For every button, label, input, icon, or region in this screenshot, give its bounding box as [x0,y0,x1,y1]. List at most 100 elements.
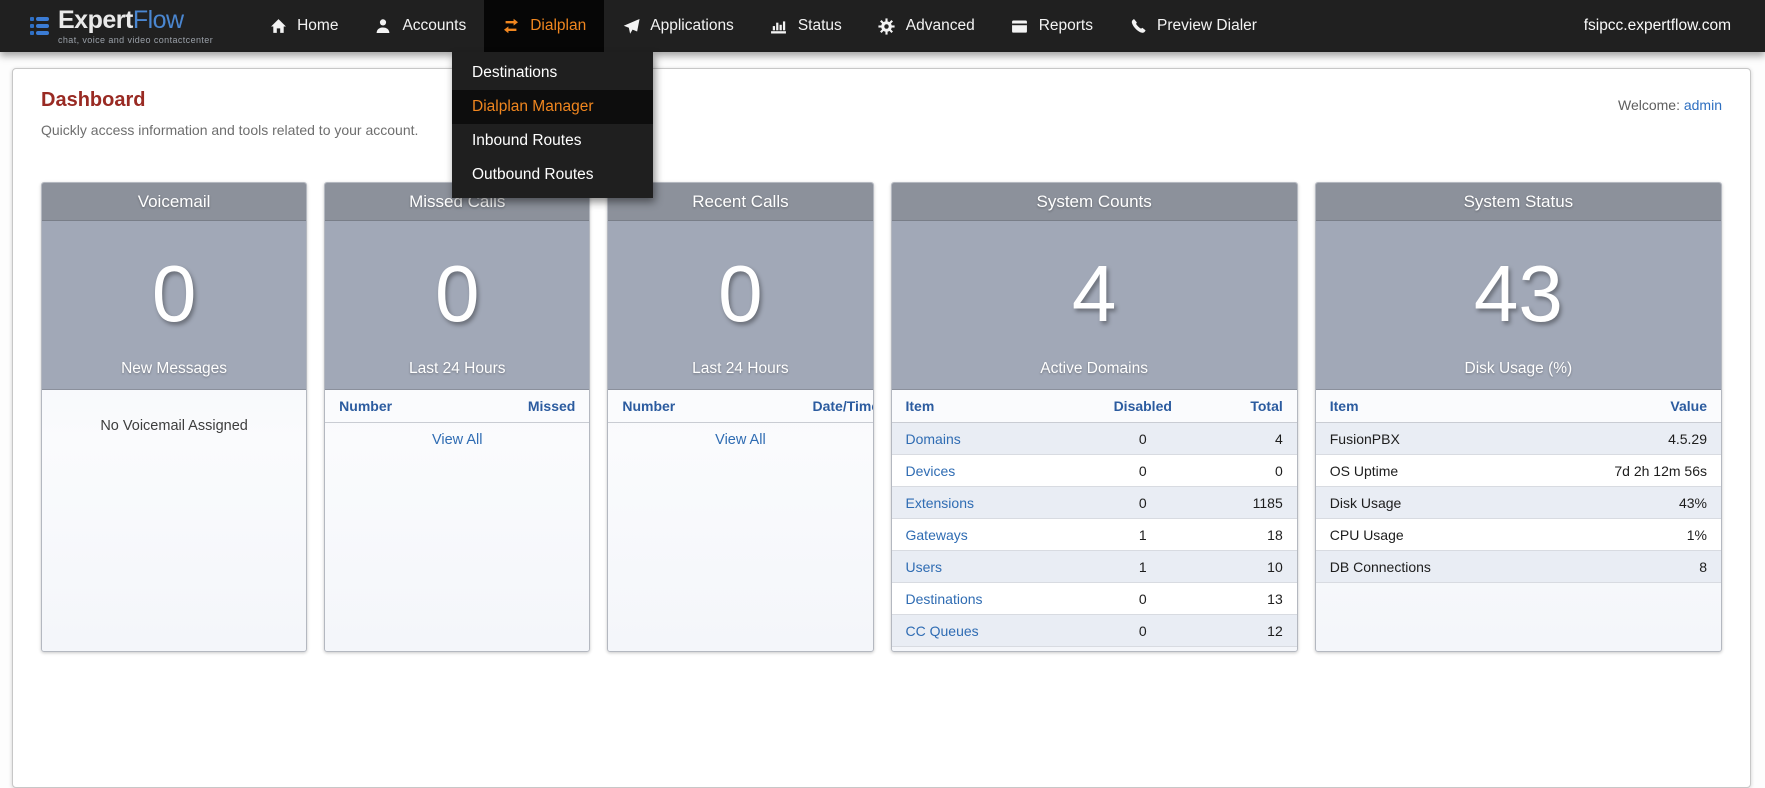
disabled-value: 0 [1086,614,1200,647]
recent-calls-table-header: Number Date/Time [608,390,874,423]
stat-label: Last 24 Hours [692,360,789,377]
disabled-value: 0 [1086,582,1200,615]
column-header-item: Item [891,390,1087,423]
table-row: CC Queues 0 12 [891,614,1297,647]
menu-item-outbound-routes[interactable]: Outbound Routes [452,158,653,192]
total-value: 18 [1199,518,1297,551]
welcome-text: Welcome: admin [1618,89,1722,113]
item-link-cc-queues[interactable]: CC Queues [906,623,979,639]
disabled-value: 0 [1086,422,1200,455]
item-link-devices[interactable]: Devices [906,463,956,479]
home-icon [269,17,287,35]
nav-item-accounts[interactable]: Accounts [356,0,484,52]
status-item: DB Connections [1315,550,1539,583]
dashboard-panel: Dashboard Welcome: admin Quickly access … [12,68,1751,788]
stat-label: New Messages [121,360,228,377]
nav-item-label: Applications [650,17,734,34]
nav-item-label: Reports [1038,17,1093,34]
nav-item-dialplan[interactable]: Dialplan [484,0,605,52]
item-link-gateways[interactable]: Gateways [906,527,968,543]
welcome-user-link[interactable]: admin [1684,97,1722,113]
item-link-users[interactable]: Users [906,559,943,575]
column-header-disabled: Disabled [1086,390,1200,423]
total-value: 1185 [1199,486,1297,519]
table-header-row: Item Value [1315,390,1721,423]
table-row: FusionPBX 4.5.29 [1315,422,1721,455]
card-title: Voicemail [42,183,307,221]
missed-calls-card: Missed Calls 0 Last 24 Hours Number Miss… [324,182,591,652]
disabled-value: 0 [1086,454,1200,487]
missed-calls-view-all-link[interactable]: View All [325,423,589,457]
column-header-number: Number [622,398,676,414]
menu-item-inbound-routes[interactable]: Inbound Routes [452,124,653,158]
column-header-total: Total [1199,390,1297,423]
page-title: Dashboard [41,89,146,111]
column-header-item: Item [1315,390,1539,423]
menu-item-destinations[interactable]: Destinations [452,56,653,90]
bar-chart-icon [770,17,788,35]
page-subtitle: Quickly access information and tools rel… [41,122,419,138]
status-item: CPU Usage [1315,518,1539,551]
recent-calls-card: Recent Calls 0 Last 24 Hours Number Date… [607,182,874,652]
nav-item-reports[interactable]: Reports [993,0,1111,52]
disk-usage-percent: 43 [1473,249,1563,338]
status-item: OS Uptime [1315,454,1539,487]
brand-logo-icon [30,17,49,35]
recent-calls-view-all-link[interactable]: View All [608,423,872,457]
gear-icon [878,17,896,35]
status-value: 43% [1538,486,1721,519]
system-counts-card: System Counts 4 Active Domains Item Disa… [890,182,1298,652]
table-row: Extensions 0 1185 [891,486,1297,519]
stat-label: Active Domains [1040,360,1148,377]
voicemail-count: 0 [151,249,197,338]
main-nav: Home Accounts Dialplan Applications Stat… [251,0,1275,52]
disabled-value: 1 [1086,550,1200,583]
status-value: 7d 2h 12m 56s [1538,454,1721,487]
brand-logo[interactable]: ExpertFlow chat, voice and video contact… [0,0,251,52]
dialplan-dropdown-menu: Destinations Dialplan Manager Inbound Ro… [452,52,653,198]
nav-item-label: Dialplan [530,17,587,34]
menu-item-dialplan-manager[interactable]: Dialplan Manager [452,90,653,124]
column-header-datetime: Date/Time [812,398,874,414]
total-value: 4 [1199,422,1297,455]
stat-label: Last 24 Hours [408,360,506,377]
table-row: Devices 0 0 [891,454,1297,487]
table-row: Domains 0 4 [891,422,1297,455]
column-header-missed: Missed [527,398,576,414]
column-header-value: Value [1538,390,1721,423]
dashboard-cards: Voicemail 0 New Messages No Voicemail As… [41,182,1722,652]
status-value: 4.5.29 [1538,422,1721,455]
nav-item-home[interactable]: Home [251,0,356,52]
table-row: CPU Usage 1% [1315,518,1721,551]
table-row: Users 1 10 [891,550,1297,583]
brand-name-secondary: Flow [132,5,184,34]
voicemail-card: Voicemail 0 New Messages No Voicemail As… [41,182,308,652]
table-row: OS Uptime 7d 2h 12m 56s [1315,454,1721,487]
nav-item-label: Home [297,17,339,34]
nav-item-label: Preview Dialer [1157,17,1257,34]
top-navbar: ExpertFlow chat, voice and video contact… [0,0,1765,52]
nav-item-advanced[interactable]: Advanced [860,0,993,52]
exchange-arrows-icon [502,17,520,35]
brand-name-primary: Expert [58,5,133,34]
nav-item-label: Accounts [402,17,467,34]
brand-tagline: chat, voice and video contactcenter [58,34,214,45]
recent-calls-count: 0 [718,249,763,338]
paper-plane-icon [622,17,640,35]
column-header-number: Number [339,398,393,414]
status-value: 8 [1538,550,1721,583]
nav-item-status[interactable]: Status [752,0,860,52]
item-link-domains[interactable]: Domains [906,431,961,447]
table-row: DB Connections 8 [1315,550,1721,583]
nav-item-preview-dialer[interactable]: Preview Dialer [1111,0,1275,52]
item-link-destinations[interactable]: Destinations [906,591,983,607]
table-header-row: Item Disabled Total [891,390,1297,423]
server-domain: fsipcc.expertflow.com [1583,17,1731,34]
report-window-icon [1011,17,1029,35]
status-item: Disk Usage [1315,486,1539,519]
total-value: 12 [1199,614,1297,647]
system-counts-table: Item Disabled Total Domains 0 4 Devices … [891,390,1297,647]
nav-item-applications[interactable]: Applications [604,0,752,52]
item-link-extensions[interactable]: Extensions [906,495,974,511]
table-row: Disk Usage 43% [1315,486,1721,519]
